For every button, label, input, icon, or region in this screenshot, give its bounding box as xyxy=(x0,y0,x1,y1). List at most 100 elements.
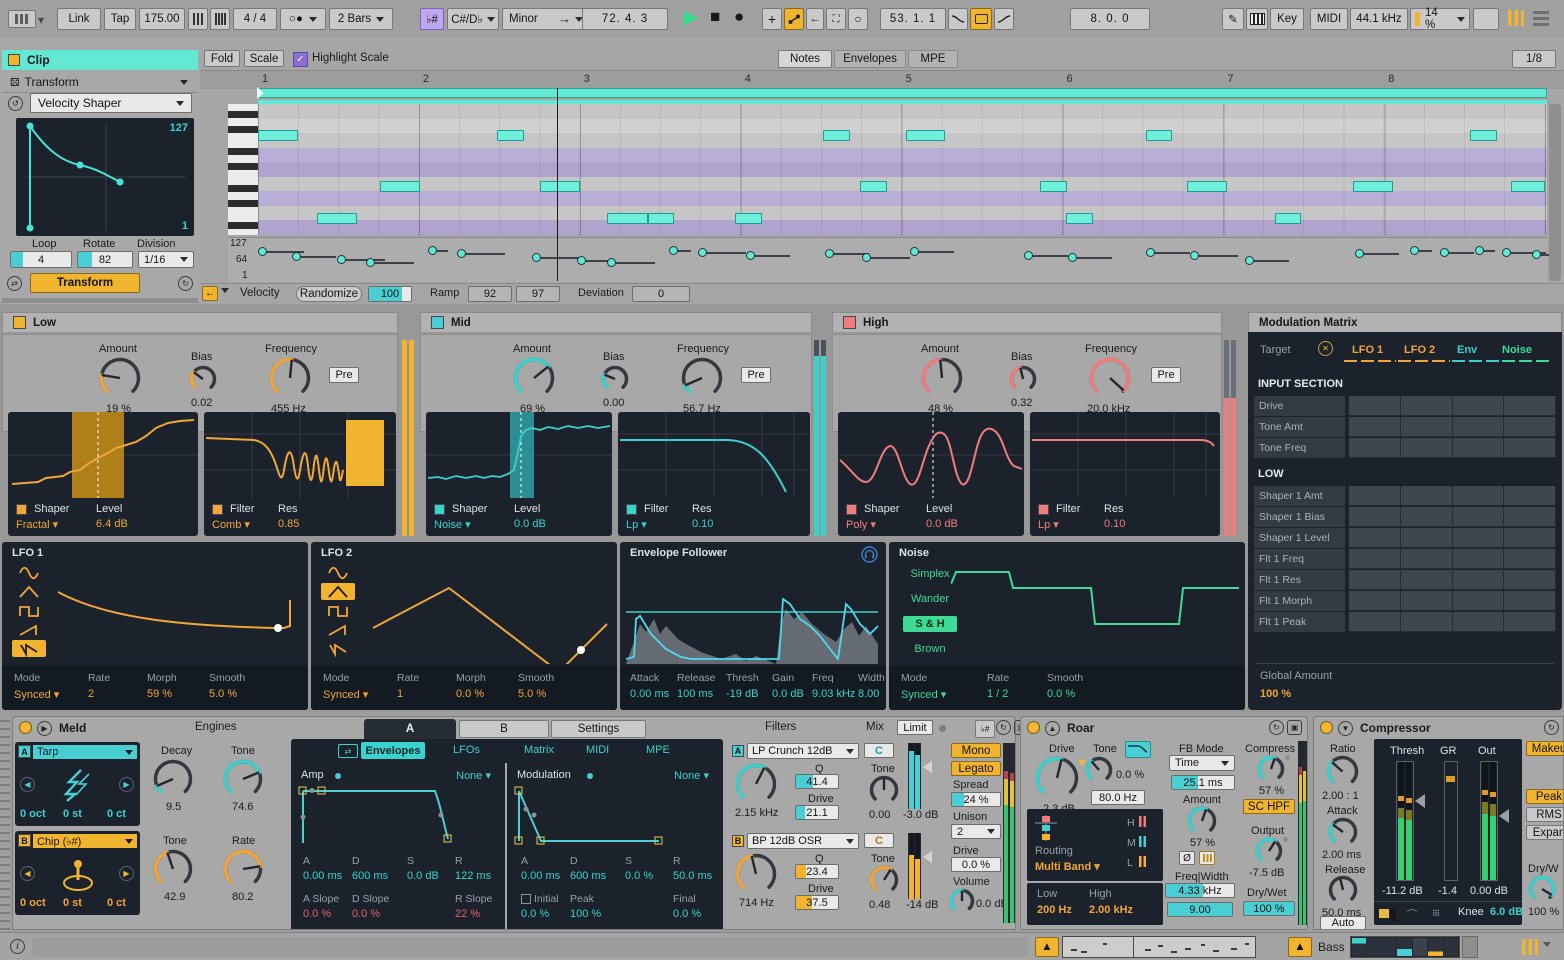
engine-a-decay-knob[interactable] xyxy=(153,759,193,799)
low-filter-menu[interactable]: Comb ▾ xyxy=(212,518,250,531)
beat-ruler[interactable]: 12345678 xyxy=(200,70,1564,89)
freq-value[interactable]: 9.03 kHz xyxy=(812,688,855,700)
matrix-cell[interactable] xyxy=(1401,591,1453,611)
matrix-cell[interactable] xyxy=(1401,438,1453,458)
env-follower-display[interactable] xyxy=(626,564,880,664)
gain-value[interactable]: 0.0 dB xyxy=(772,688,804,700)
noise-smooth-value[interactable]: 0.0 % xyxy=(1047,688,1075,700)
fb-spectrum-button[interactable] xyxy=(1199,851,1215,865)
low-amount-knob[interactable] xyxy=(99,357,141,399)
scale-name-menu[interactable]: Minor xyxy=(502,8,590,30)
transform-loop-toggle[interactable]: ⇄ xyxy=(7,276,22,291)
compressor-fold-button[interactable]: ▼ xyxy=(1338,721,1353,736)
out-gain-slider[interactable] xyxy=(1499,809,1509,823)
highlight-scale-checkbox[interactable]: ✓ xyxy=(293,52,308,67)
high-shaper-activator[interactable] xyxy=(846,504,857,515)
transform-section-header[interactable]: ⚄ Transform xyxy=(2,72,198,93)
lfo2-waveform-display[interactable] xyxy=(359,562,609,664)
loop-count-field[interactable]: 4 xyxy=(10,251,72,268)
low-bias-knob[interactable] xyxy=(189,365,217,393)
grid-row[interactable] xyxy=(258,191,1547,206)
tap-button[interactable]: Tap xyxy=(104,8,136,30)
matrix-cell[interactable] xyxy=(1453,528,1505,548)
expand-button[interactable]: Expan xyxy=(1526,825,1564,840)
matrix-col-env[interactable]: Env xyxy=(1457,344,1477,356)
matrix-cell[interactable] xyxy=(1453,396,1505,416)
high-bias-knob[interactable] xyxy=(1009,365,1037,393)
grid-row[interactable] xyxy=(258,148,1547,163)
matrix-cell[interactable] xyxy=(1349,528,1401,548)
mod-envelope-display[interactable] xyxy=(511,785,716,847)
meld-tab-b[interactable]: B xyxy=(459,720,549,738)
record-button[interactable]: ● xyxy=(734,7,744,27)
mid-shaper-graph[interactable]: Shaper Level Noise ▾ 0.0 dB xyxy=(426,412,612,536)
mix-a-level-slider[interactable] xyxy=(923,761,932,773)
low-pre-button[interactable]: Pre xyxy=(329,367,359,383)
fb-mode-menu[interactable]: Time xyxy=(1169,755,1235,771)
matrix-cell[interactable] xyxy=(1504,591,1556,611)
quantize-menu[interactable]: 2 Bars xyxy=(329,8,393,30)
high-filter-graph[interactable]: Filter Res Lp ▾ 0.10 xyxy=(1030,412,1220,536)
matrix-cell[interactable] xyxy=(1504,549,1556,569)
compress-knob[interactable] xyxy=(1257,755,1285,783)
matrix-cell[interactable] xyxy=(1401,549,1453,569)
matrix-cell[interactable] xyxy=(1453,438,1505,458)
mid-shaper-menu[interactable]: Noise ▾ xyxy=(434,518,471,531)
matrix-cell[interactable] xyxy=(1504,612,1556,632)
matrix-row-label[interactable]: Flt 1 Morph xyxy=(1254,591,1345,611)
follow-button[interactable]: → xyxy=(558,11,571,26)
matrix-row-label[interactable]: Tone Amt xyxy=(1254,417,1345,437)
matrix-col-lfo1[interactable]: LFO 1 xyxy=(1352,344,1383,356)
lfo2-rate-value[interactable]: 1 xyxy=(397,688,403,700)
roar-fold-button[interactable]: ▲ xyxy=(1045,721,1060,736)
engine-b-st[interactable]: 0 st xyxy=(63,897,82,909)
fb-freq-field[interactable]: 4.33 kHz xyxy=(1165,883,1235,898)
lfo1-rate-value[interactable]: 2 xyxy=(88,688,94,700)
roar-tone-knob[interactable] xyxy=(1085,756,1113,784)
key-map-button[interactable]: Key xyxy=(1270,8,1304,30)
mix-b-c-button[interactable]: C xyxy=(864,833,894,848)
device-scroll-button[interactable]: ▲ xyxy=(1288,937,1312,957)
matrix-cell[interactable] xyxy=(1349,417,1401,437)
division-menu[interactable]: 1/16 xyxy=(138,251,194,268)
xover-low-value[interactable]: 200 Hz xyxy=(1037,904,1072,916)
mid-pre-button[interactable]: Pre xyxy=(741,367,771,383)
matrix-cell[interactable] xyxy=(1504,438,1556,458)
engine-a-oct[interactable]: 0 oct xyxy=(20,808,46,820)
rms-button[interactable]: RMS xyxy=(1526,807,1564,822)
matrix-row-label[interactable]: Shaper 1 Amt xyxy=(1254,486,1345,506)
compressor-hot-swap-icon[interactable]: ↻ xyxy=(1544,720,1559,735)
engine-b-rate-knob[interactable] xyxy=(223,849,263,889)
grid-row[interactable] xyxy=(258,206,1547,221)
headphone-preview-icon[interactable] xyxy=(861,546,878,563)
scale-mode-button[interactable]: ♭# xyxy=(420,8,444,30)
cpu-meter[interactable]: 14 % xyxy=(1410,8,1470,30)
noise-type-brown[interactable]: Brown xyxy=(903,641,957,657)
clip-scroll-left-button[interactable]: ▲ xyxy=(1035,937,1059,957)
triangle-icon[interactable] xyxy=(321,583,355,600)
high-shaper-graph[interactable]: Shaper Level Poly ▾ 0.0 dB xyxy=(838,412,1024,536)
triangle-icon[interactable] xyxy=(12,583,46,600)
low-filter-graph[interactable]: Filter Res Comb ▾ 0.85 xyxy=(204,412,396,536)
low-res-value[interactable]: 0.85 xyxy=(278,518,299,530)
matrix-cell[interactable] xyxy=(1504,528,1556,548)
sc-hpf-button[interactable]: SC HPF xyxy=(1243,799,1295,814)
grid-row[interactable] xyxy=(258,133,1547,148)
nudge-down-button[interactable] xyxy=(188,8,208,30)
clip-header[interactable]: Clip xyxy=(2,50,198,70)
matrix-cell[interactable] xyxy=(1453,591,1505,611)
amp-mode-menu[interactable]: None ▾ xyxy=(456,769,491,782)
grid-setting[interactable]: 1/8 xyxy=(1512,50,1556,68)
mid-level-value[interactable]: 0.0 dB xyxy=(514,518,546,530)
high-filter-menu[interactable]: Lp ▾ xyxy=(1038,518,1059,531)
subtab-mpe[interactable]: MPE xyxy=(646,744,670,756)
loop-length-field[interactable]: 8. 0. 0 xyxy=(1070,8,1150,30)
tempo-field[interactable]: 175.00 xyxy=(139,8,185,30)
link-envelopes-icon[interactable]: ⇄ xyxy=(338,744,358,758)
lane-remove-button[interactable]: ← xyxy=(202,286,218,301)
lfo2-mode-menu[interactable]: Synced ▾ xyxy=(323,688,368,701)
transfer-curve-button[interactable]: ⌒ xyxy=(1402,906,1422,921)
grid-row[interactable] xyxy=(258,220,1547,235)
meld-activator-led[interactable] xyxy=(19,721,32,734)
mix-a-c-button[interactable]: C xyxy=(864,743,894,758)
